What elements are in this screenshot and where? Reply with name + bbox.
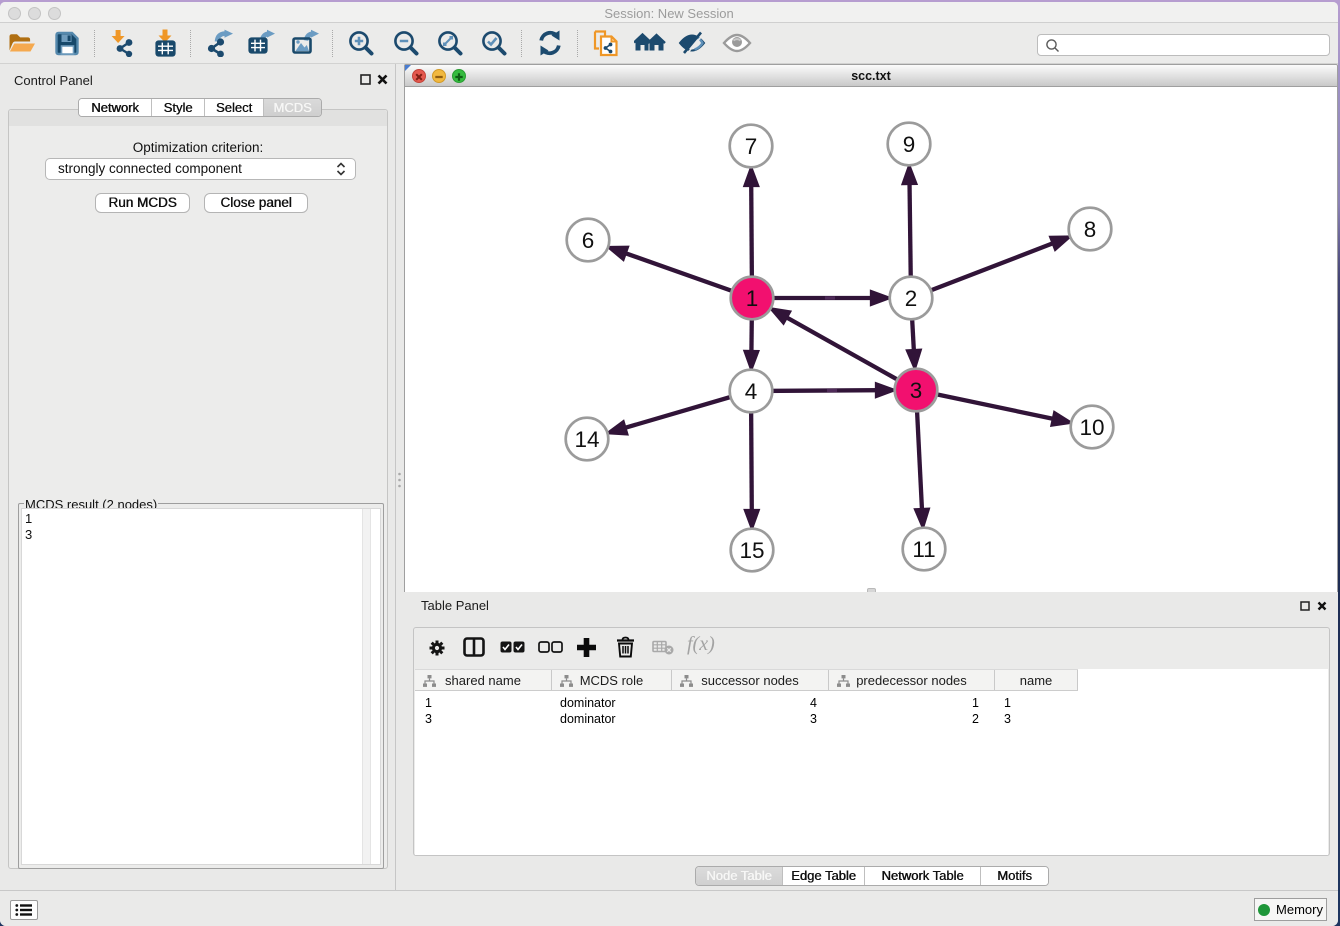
svg-text:6: 6 bbox=[582, 228, 595, 253]
svg-text:8: 8 bbox=[1084, 217, 1097, 242]
svg-text:9: 9 bbox=[903, 132, 916, 157]
svg-text:14: 14 bbox=[574, 427, 599, 452]
svg-text:1: 1 bbox=[746, 286, 759, 311]
svg-text:10: 10 bbox=[1079, 415, 1104, 440]
svg-text:15: 15 bbox=[739, 538, 764, 563]
svg-text:2: 2 bbox=[905, 286, 918, 311]
svg-text:3: 3 bbox=[910, 378, 923, 403]
svg-text:7: 7 bbox=[745, 134, 758, 159]
svg-text:4: 4 bbox=[745, 379, 758, 404]
svg-text:11: 11 bbox=[912, 537, 935, 562]
